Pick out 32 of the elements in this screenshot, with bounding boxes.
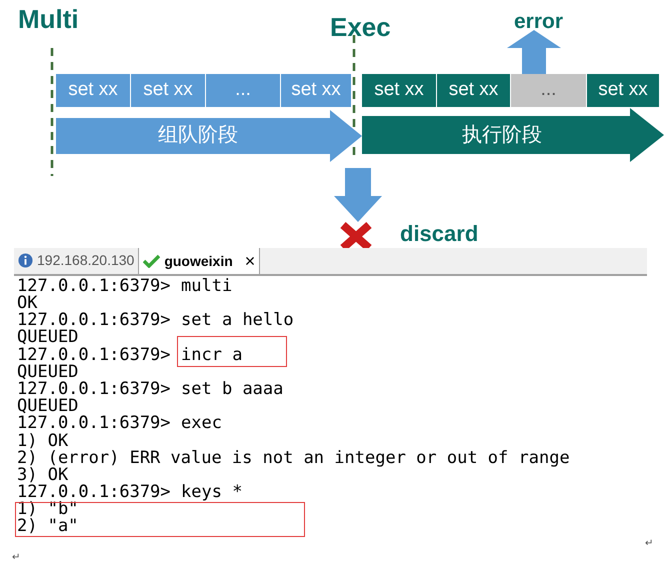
cross-icon [340, 222, 372, 248]
phase-label: 执行阶段 [462, 123, 542, 148]
prompt-text: 127.0.0.1:6379> [17, 482, 171, 502]
command-block: set xx [437, 74, 510, 107]
paragraph-mark: ↵ [12, 551, 20, 565]
tab[interactable]: guoweixin × [138, 247, 260, 274]
command-text: multi [181, 276, 232, 296]
tab[interactable]: 192.168.20.130 [14, 247, 138, 274]
command-block: ... [206, 74, 280, 107]
multi-label: Multi [18, 3, 79, 36]
down-arrow [334, 168, 382, 222]
error-block: ... [511, 74, 586, 107]
command-text: set b aaaa [181, 378, 284, 399]
error-label: error [514, 9, 564, 35]
close-icon[interactable]: × [244, 252, 256, 270]
command-block: set xx [362, 74, 436, 107]
command-text: incr a [181, 344, 242, 365]
info-icon [18, 253, 33, 268]
command-block: set xx [587, 74, 659, 107]
phase-label: 组队阶段 [158, 123, 238, 148]
command-block: set xx [281, 74, 351, 107]
paragraph-mark: ↵ [645, 537, 653, 551]
command-block: set xx [56, 74, 130, 107]
discard-label: discard [400, 222, 478, 246]
command-text: keys * [181, 482, 242, 502]
checkmark-icon [143, 254, 160, 268]
output-text: 2) "a" [17, 516, 78, 538]
up-arrow [507, 30, 561, 74]
exec-label: Exec [330, 11, 391, 44]
command-block: set xx [131, 74, 205, 107]
command-text: exec [181, 413, 222, 434]
command-text: set a hello [181, 310, 294, 330]
